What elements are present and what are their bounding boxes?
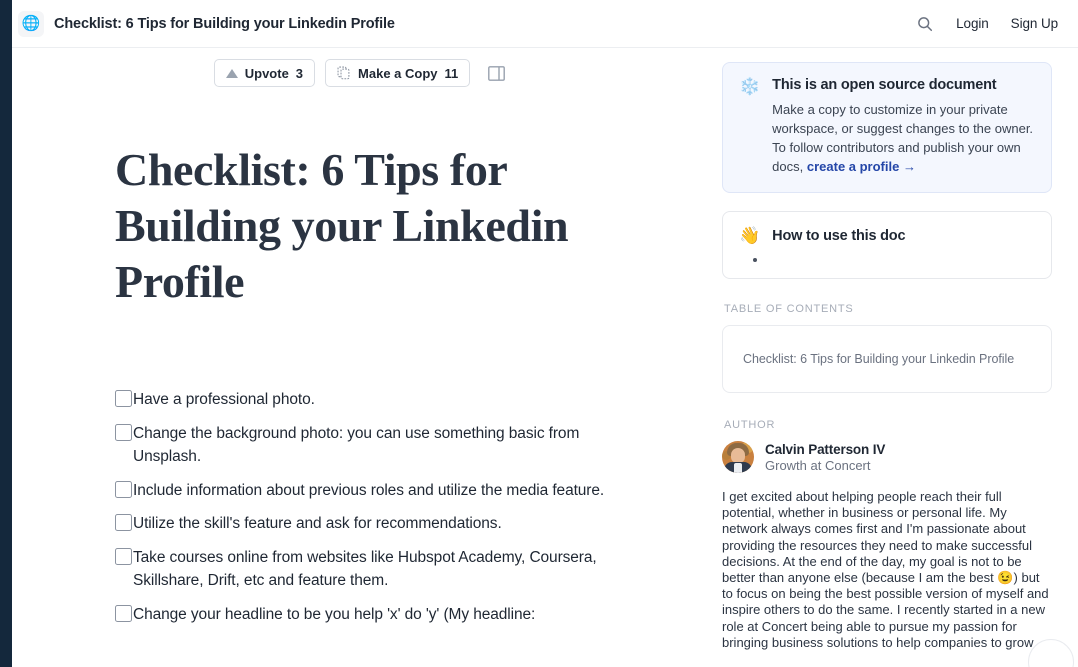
checklist-item-label: Include information about previous roles… [133,481,605,499]
top-bar-right: Login Sign Up [916,15,1078,33]
waving-hand-icon: 👋 [739,226,761,245]
sidebar-panel-icon[interactable] [484,61,508,85]
checklist-item[interactable]: Have a professional photo. [115,388,645,412]
page-title: Checklist: 6 Tips for Building your Link… [54,15,395,32]
how-to-use-bullet [753,258,757,262]
how-to-use-card-header: 👋 How to use this doc [739,226,1035,246]
author-bio: I get excited about helping people reach… [722,489,1049,650]
open-source-card-text: Make a copy to customize in your private… [772,100,1035,176]
triangle-up-icon [225,68,238,78]
how-to-use-card: 👋 How to use this doc [722,211,1052,279]
snowflake-icon: ❄️ [739,77,761,96]
login-link[interactable]: Login [956,16,989,31]
author-label: AUTHOR [724,419,776,431]
checklist-item-label: Utilize the skill's feature and ask for … [133,515,502,532]
right-sidebar: ❄️ This is an open source document Make … [722,48,1078,667]
checkbox[interactable] [115,514,132,531]
author-info: Calvin Patterson IV Growth at Concert [765,442,885,473]
action-toolbar: Upvote 3 Make a Copy 11 [0,58,722,88]
document-title: Checklist: 6 Tips for Building your Link… [115,144,569,307]
checklist-item-label: Change your headline to be you help 'x' … [133,605,536,623]
toc-item[interactable]: Checklist: 6 Tips for Building your Link… [743,352,1033,366]
open-source-card: ❄️ This is an open source document Make … [722,62,1052,193]
avatar [722,441,754,473]
globe-icon: 🌐 [18,10,44,37]
checklist-item[interactable]: Utilize the skill's feature and ask for … [115,512,645,536]
upvote-button[interactable]: Upvote 3 [213,59,316,87]
left-rail [0,0,12,667]
signup-link[interactable]: Sign Up [1011,16,1058,31]
checklist-item-label: Take courses online from websites like H… [133,548,597,590]
top-bar: 🌐 Checklist: 6 Tips for Building your Li… [12,0,1078,48]
upvote-label: Upvote [244,65,289,81]
author-role: Growth at Concert [765,457,871,473]
checkbox[interactable] [115,547,132,565]
open-source-card-title: This is an open source document [772,77,997,93]
checklist: Have a professional photo. Change the ba… [115,388,645,626]
document-column: Checklist: 6 Tips for Building your Link… [12,88,712,667]
table-of-contents: Checklist: 6 Tips for Building your Link… [722,325,1052,393]
how-to-use-card-title: How to use this doc [772,228,906,244]
checkbox[interactable] [115,604,132,622]
table-of-contents-label: TABLE OF CONTENTS [724,303,854,315]
checklist-item-label: Change the background photo: you can use… [133,424,580,466]
search-icon[interactable] [916,15,934,33]
checklist-item[interactable]: Change your headline to be you help 'x' … [115,603,645,627]
checklist-item[interactable]: Include information about previous roles… [115,479,645,503]
make-a-copy-label: Make a Copy [358,65,438,81]
create-a-profile-link[interactable]: create a profile → [807,159,916,174]
author-row[interactable]: Calvin Patterson IV Growth at Concert [722,441,1052,473]
make-a-copy-button[interactable]: Make a Copy 11 [325,59,471,87]
app-root: 🌐 Checklist: 6 Tips for Building your Li… [0,0,1078,667]
checklist-item[interactable]: Change the background photo: you can use… [115,422,645,469]
checkbox[interactable] [115,423,132,441]
make-a-copy-count: 11 [444,65,459,81]
checkbox[interactable] [115,390,132,407]
checklist-item[interactable]: Take courses online from websites like H… [115,546,645,593]
upvote-count: 3 [295,65,304,81]
duplicate-icon [337,66,351,80]
author-name: Calvin Patterson IV [765,441,886,457]
open-source-card-body: This is an open source document Make a c… [772,77,1035,176]
checkbox[interactable] [115,480,132,498]
checklist-item-label: Have a professional photo. [133,391,315,408]
top-bar-left: 🌐 Checklist: 6 Tips for Building your Li… [12,10,395,37]
